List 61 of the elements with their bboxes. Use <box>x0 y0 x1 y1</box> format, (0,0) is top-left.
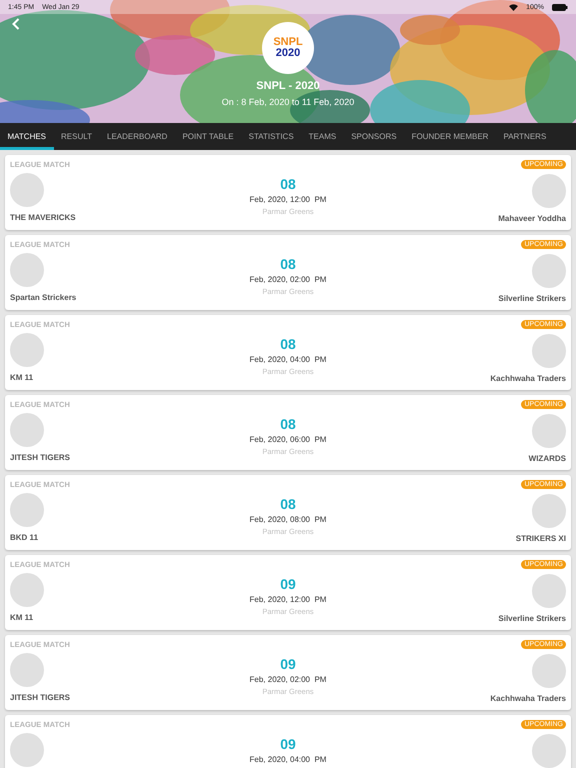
tab[interactable]: POINT TABLE <box>174 123 242 150</box>
team-logo <box>532 574 566 608</box>
match-day: 08 <box>280 256 296 272</box>
tournament-dates: On : 8 Feb, 2020 to 11 Feb, 2020 <box>222 97 354 107</box>
match-day: 08 <box>280 336 296 352</box>
match-day: 08 <box>280 416 296 432</box>
team-name: STRIKERS XI <box>516 534 566 543</box>
team-name: Silverline Strikers <box>498 294 566 303</box>
team-logo <box>10 573 44 607</box>
tab[interactable]: STATISTICS <box>241 123 302 150</box>
tab[interactable]: FOUNDER MEMBER <box>404 123 496 150</box>
team-name: Silverline Strikers <box>498 614 566 623</box>
team-name: Mahaveer Yoddha <box>498 214 566 223</box>
match-day: 09 <box>280 656 296 672</box>
team-name: WIZARDS <box>528 454 566 463</box>
team-logo <box>532 414 566 448</box>
team-name: Kachhwaha Traders <box>490 374 566 383</box>
match-day: 08 <box>280 176 296 192</box>
team-name: JITESH TIGERS <box>10 453 70 462</box>
team-logo <box>532 654 566 688</box>
team-logo <box>10 493 44 527</box>
team-name: Kachhwaha Traders <box>490 694 566 703</box>
match-day: 09 <box>280 736 296 752</box>
team-logo <box>532 254 566 288</box>
match-time: Feb, 2020, 04:00 PM <box>250 355 326 364</box>
match-day: 08 <box>280 496 296 512</box>
tab[interactable]: TEAMS <box>301 123 344 150</box>
tab[interactable]: PARTNERS <box>496 123 554 150</box>
tab[interactable]: MATCHES <box>0 123 54 150</box>
team-logo <box>10 173 44 207</box>
match-time: Feb, 2020, 12:00 PM <box>250 195 326 204</box>
tab[interactable]: LEADERBOARD <box>100 123 175 150</box>
tab[interactable]: RESULT <box>54 123 100 150</box>
team-logo <box>10 413 44 447</box>
wifi-icon <box>509 4 518 10</box>
team-name: KM 11 <box>10 373 34 382</box>
tab[interactable]: SPONSORS <box>344 123 404 150</box>
team-logo <box>532 174 566 208</box>
back-icon[interactable] <box>12 18 20 30</box>
team-name: THE MAVERICKS <box>10 213 76 222</box>
team-name: BKD 11 <box>10 533 38 542</box>
match-time: Feb, 2020, 08:00 PM <box>250 515 326 524</box>
match-time: Feb, 2020, 06:00 PM <box>250 435 326 444</box>
match-time: Feb, 2020, 12:00 PM <box>250 595 326 604</box>
logo-text: SNPL <box>273 37 303 48</box>
match-time: Feb, 2020, 04:00 PM <box>250 755 326 764</box>
match-time: Feb, 2020, 02:00 PM <box>250 675 326 684</box>
team-name: KM 11 <box>10 613 34 622</box>
team-logo <box>10 253 44 287</box>
logo-year: 2020 <box>276 48 300 59</box>
team-logo <box>532 334 566 368</box>
team-name: JITESH TIGERS <box>10 693 70 702</box>
team-name: Spartan Strickers <box>10 293 76 302</box>
team-logo <box>10 653 44 687</box>
team-logo <box>532 494 566 528</box>
team-logo <box>10 333 44 367</box>
match-time: Feb, 2020, 02:00 PM <box>250 275 326 284</box>
match-day: 09 <box>280 576 296 592</box>
battery-icon <box>552 4 568 10</box>
team-logo <box>10 733 44 767</box>
team-logo <box>532 734 566 768</box>
